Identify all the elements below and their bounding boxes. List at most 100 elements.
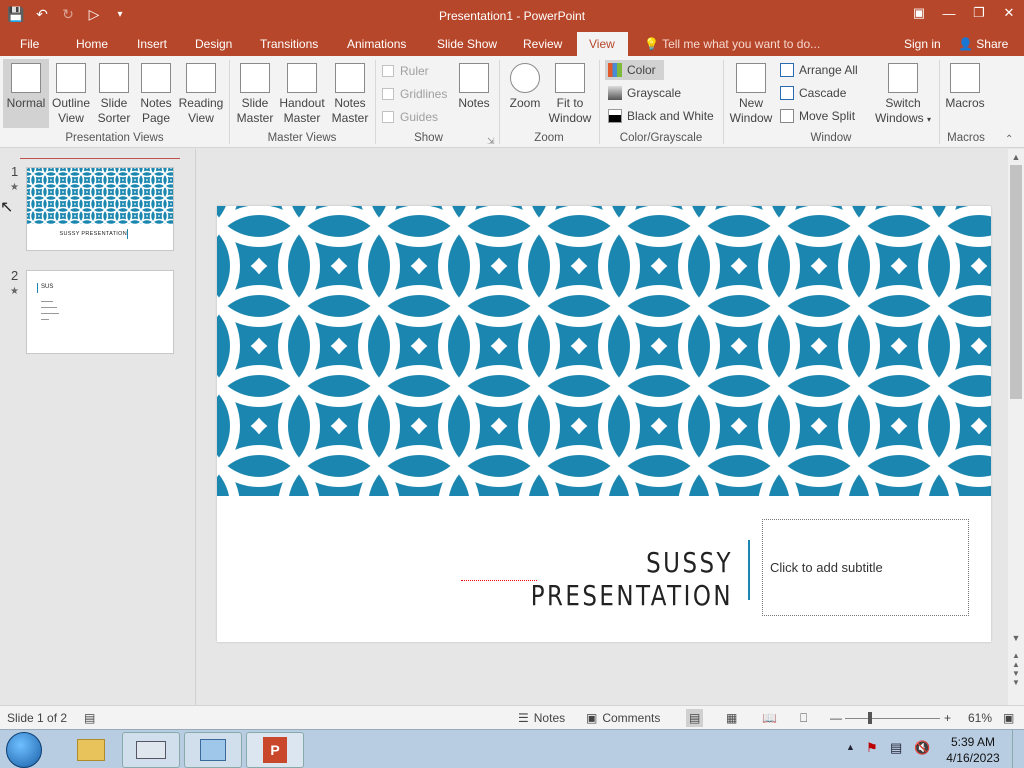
restore-button[interactable]: ❐ xyxy=(964,0,994,26)
notes-status-button[interactable]: ☰ Notes xyxy=(518,711,565,725)
start-button-icon[interactable] xyxy=(6,732,42,768)
slide-editing-area: SUSSY PRESENTATION Click to add subtitle xyxy=(197,149,1009,705)
outline-view-button[interactable]: Outline View xyxy=(50,63,92,126)
reading-view-icon xyxy=(186,63,216,93)
show-desktop-button[interactable] xyxy=(1012,730,1024,768)
tab-review[interactable]: Review xyxy=(515,32,570,56)
normal-view-icon xyxy=(11,63,41,93)
title-divider xyxy=(748,540,750,600)
sign-in-link[interactable]: Sign in xyxy=(904,32,941,56)
gridlines-checkbox[interactable]: Gridlines xyxy=(382,87,447,101)
handout-master-icon xyxy=(287,63,317,93)
system-clock[interactable]: 5:39 AM 4/16/2023 xyxy=(940,734,1006,766)
tell-me-search[interactable]: 💡 Tell me what you want to do... xyxy=(644,32,820,56)
guides-checkbox[interactable]: Guides xyxy=(382,110,438,124)
zoom-level[interactable]: 61% xyxy=(968,711,992,725)
powerpoint-taskbar-icon[interactable]: P xyxy=(246,732,304,768)
color-button[interactable]: Color xyxy=(605,60,664,80)
slide-thumbnails-pane: 1 ★ SUSSY PRESENTATION 2 ★ SUS ↖ xyxy=(0,149,196,705)
status-bar: Slide 1 of 2 ▤ ☰ Notes ▣ Comments ▤ ▦ 📖 ⎕ … xyxy=(0,705,1024,729)
master-views-group-label: Master Views xyxy=(267,132,337,144)
explorer-taskbar-icon[interactable] xyxy=(62,732,120,768)
slide-master-button[interactable]: Slide Master xyxy=(234,63,276,126)
zoom-slider-thumb[interactable] xyxy=(868,712,872,724)
tab-animations[interactable]: Animations xyxy=(339,32,414,56)
volume-muted-icon[interactable]: 🔇 xyxy=(914,740,930,756)
pattern-band xyxy=(27,168,173,224)
comments-status-button[interactable]: ▣ Comments xyxy=(586,711,660,725)
zoom-out-icon[interactable]: — xyxy=(830,711,842,725)
window-title: Presentation1 - PowerPoint xyxy=(438,9,586,23)
interlocking-circles-pattern xyxy=(217,206,991,496)
tab-insert[interactable]: Insert xyxy=(129,32,175,56)
keyboard-taskbar-icon[interactable] xyxy=(122,732,180,768)
share-button[interactable]: 👤 Share xyxy=(958,32,1008,56)
tab-transitions[interactable]: Transitions xyxy=(252,32,326,56)
network-icon[interactable]: ▤ xyxy=(890,740,902,756)
notes-toggle-button[interactable]: Notes xyxy=(455,63,493,111)
move-split-icon xyxy=(780,109,794,123)
slide-sorter-status-icon[interactable]: ▦ xyxy=(726,711,737,725)
tab-file[interactable]: File xyxy=(12,32,47,56)
scroll-down-arrow-icon[interactable]: ▼ xyxy=(1008,633,1024,643)
action-center-flag-icon[interactable]: ⚑ xyxy=(866,740,878,756)
previous-slide-icon[interactable]: ▲ ▲ xyxy=(1008,651,1024,669)
control-panel-taskbar-icon[interactable] xyxy=(184,732,242,768)
fit-to-window-button[interactable]: Fit to Window xyxy=(547,63,593,126)
ruler-checkbox[interactable]: Ruler xyxy=(382,64,429,78)
switch-windows-button[interactable]: Switch Windows ▾ xyxy=(874,63,932,127)
subtitle-placeholder[interactable]: Click to add subtitle xyxy=(762,519,969,616)
move-split-button[interactable]: Move Split xyxy=(780,106,855,126)
show-hidden-icons-icon[interactable]: ▲ xyxy=(846,742,855,752)
zoom-button[interactable]: Zoom xyxy=(505,63,545,111)
minimize-button[interactable]: — xyxy=(934,0,964,26)
zoom-slider[interactable] xyxy=(845,718,940,719)
color-grayscale-group-label: Color/Grayscale xyxy=(619,132,703,144)
show-dialog-launcher-icon[interactable]: ⇲ xyxy=(487,136,495,147)
handout-master-button[interactable]: Handout Master xyxy=(277,63,327,126)
thumbnail-title: SUSSY PRESENTATION xyxy=(59,231,127,237)
slide-sorter-button[interactable]: Slide Sorter xyxy=(94,63,134,126)
scroll-up-arrow-icon[interactable]: ▲ xyxy=(1008,152,1024,162)
slide-show-status-icon[interactable]: ⎕ xyxy=(800,711,807,726)
person-icon: 👤 xyxy=(958,37,973,51)
slide-counter: Slide 1 of 2 xyxy=(7,711,68,725)
scrollbar-thumb[interactable] xyxy=(1010,165,1022,399)
normal-view-button[interactable]: Normal xyxy=(3,59,49,128)
spellcheck-underline xyxy=(461,578,537,581)
new-window-button[interactable]: New Window xyxy=(727,63,775,126)
black-and-white-button[interactable]: Black and White xyxy=(608,106,714,126)
slide-thumbnail-2[interactable]: SUS xyxy=(26,270,174,354)
normal-view-status-icon[interactable]: ▤ xyxy=(686,709,704,727)
tab-design[interactable]: Design xyxy=(187,32,240,56)
macros-button[interactable]: Macros xyxy=(943,63,987,111)
collapse-ribbon-icon[interactable]: ⌃ xyxy=(1005,134,1013,145)
reading-view-status-icon[interactable]: 📖 xyxy=(762,711,777,725)
subtitle-placeholder-text: Click to add subtitle xyxy=(770,560,883,575)
tab-slide-show[interactable]: Slide Show xyxy=(429,32,505,56)
current-slide[interactable]: SUSSY PRESENTATION Click to add subtitle xyxy=(217,206,991,642)
grayscale-button[interactable]: Grayscale xyxy=(608,83,681,103)
transition-star-icon: ★ xyxy=(10,182,19,193)
window-group-label: Window xyxy=(810,132,852,144)
reading-view-button[interactable]: Reading View xyxy=(177,63,225,126)
slide-sorter-icon xyxy=(99,63,129,93)
zoom-in-icon[interactable]: + xyxy=(944,711,951,725)
close-button[interactable]: ✕ xyxy=(994,0,1024,26)
tab-home[interactable]: Home xyxy=(68,32,116,56)
ribbon-display-options-icon[interactable]: ▣ xyxy=(904,0,934,26)
show-group-label: Show xyxy=(414,132,443,144)
arrange-all-button[interactable]: Arrange All xyxy=(780,60,858,80)
fit-slide-icon[interactable]: ▣ xyxy=(1003,711,1014,725)
spelling-check-icon[interactable]: ▤ xyxy=(84,711,95,725)
notes-master-button[interactable]: Notes Master xyxy=(329,63,371,126)
clock-date: 4/16/2023 xyxy=(946,751,1000,765)
switch-windows-icon xyxy=(888,63,918,93)
next-slide-icon[interactable]: ▼ ▼ xyxy=(1008,669,1024,687)
notes-page-button[interactable]: Notes Page xyxy=(136,63,176,126)
black-white-swatch-icon xyxy=(608,109,622,123)
cascade-button[interactable]: Cascade xyxy=(780,83,846,103)
vertical-scrollbar[interactable]: ▲ ▼ ▲ ▲ ▼ ▼ xyxy=(1008,149,1024,705)
slide-thumbnail-1[interactable]: SUSSY PRESENTATION xyxy=(26,167,174,251)
tab-view[interactable]: View xyxy=(577,32,628,56)
